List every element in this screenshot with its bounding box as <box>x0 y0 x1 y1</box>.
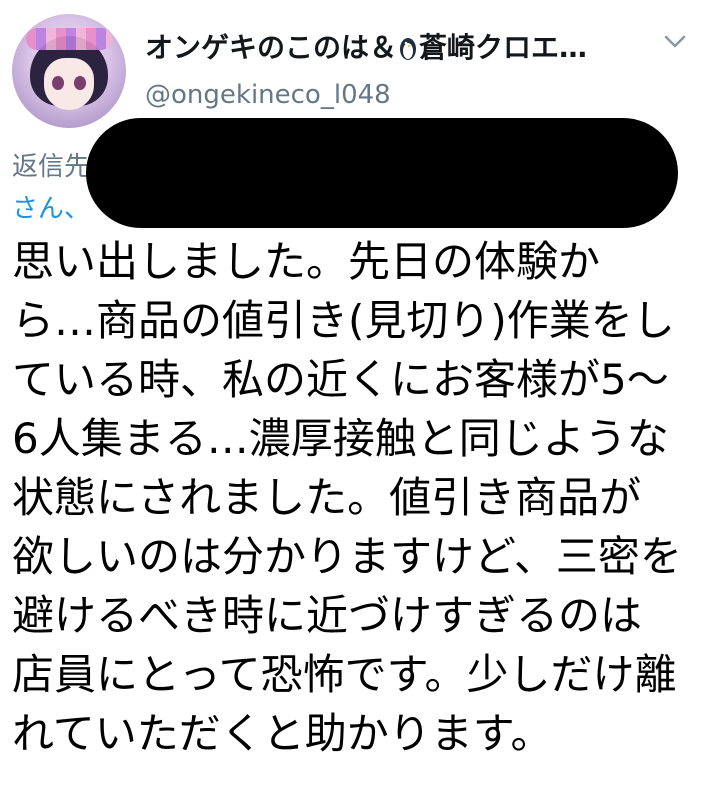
redaction-overlay <box>86 118 678 228</box>
display-name[interactable]: オンゲキのこのは＆ 蒼崎クロエ… <box>145 26 587 66</box>
chevron-down-icon[interactable] <box>664 34 686 50</box>
avatar[interactable] <box>12 14 126 128</box>
avatar-flower-crown <box>26 28 112 50</box>
avatar-eye-right <box>74 76 86 90</box>
avatar-eye-left <box>52 76 64 90</box>
user-handle[interactable]: @ongekineco_l048 <box>145 80 391 110</box>
display-name-suffix: 蒼崎クロエ… <box>419 31 588 64</box>
reply-to-label: 返信先 <box>12 152 91 182</box>
display-name-text: オンゲキのこのは＆ <box>145 31 398 64</box>
reply-mention-link[interactable]: さん、 <box>12 188 90 225</box>
penguin-icon <box>400 38 417 60</box>
tweet-text: 思い出しました。先日の体験から…商品の値引き(見切り)作業をしている時、私の近く… <box>12 237 682 758</box>
